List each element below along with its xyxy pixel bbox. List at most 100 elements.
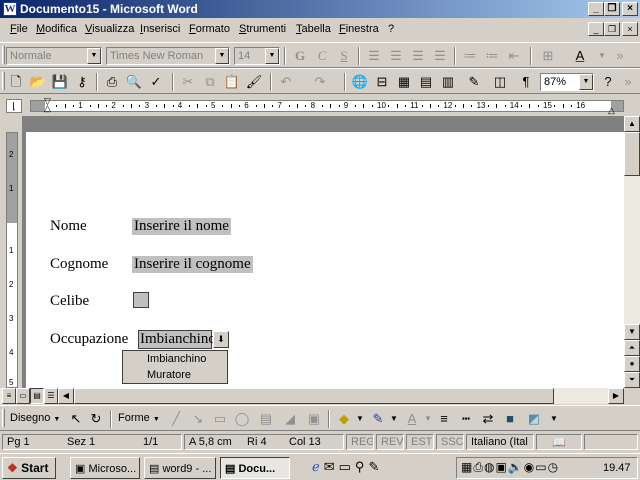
folder-icon[interactable]: ▭ [535,460,547,474]
cut-icon[interactable]: ✂ [178,73,198,91]
justify-icon[interactable]: ☰ [430,47,450,65]
print-preview-icon[interactable]: 🔍 [124,73,144,91]
spelling-status-icon[interactable]: 📖 [536,434,582,450]
menu-help[interactable]: ? [388,23,394,35]
antivirus-icon[interactable]: ◉ [524,460,535,474]
hyperlink-icon[interactable]: 🌐 [350,73,370,91]
tables-borders-icon[interactable]: ⊟ [372,73,392,91]
vertical-scrollbar[interactable]: ▲ ▼ ⏶ ● ⏷ [624,116,640,388]
numbered-list-icon[interactable]: ≔ [460,47,480,65]
document-map-icon[interactable]: ◫ [490,73,510,91]
status-language[interactable]: Italiano (Ital [466,434,534,450]
more-buttons-icon[interactable]: » [618,73,638,91]
font-size-combo[interactable]: 14 ▼ [234,47,280,65]
task-button-active[interactable]: ▤ Docu... [220,457,290,479]
minimize-button[interactable]: _ [588,2,604,16]
drawing-icon[interactable]: ✎ [464,73,484,91]
desktop-icon[interactable]: ▭ [339,459,355,474]
bold-button[interactable]: G [290,47,310,65]
outlook-icon[interactable]: ✉ [324,459,339,474]
dropdown-option[interactable]: Muratore [123,367,227,383]
start-button[interactable]: ❖ Start [2,457,56,479]
draw-menu-button[interactable]: Disegno ▼ [10,412,60,424]
align-center-icon[interactable]: ☰ [386,47,406,65]
menu-formato[interactable]: Formato [189,23,230,35]
chevron-down-icon[interactable]: ▼ [265,48,279,64]
arrow-style-icon[interactable]: ⇄ [478,410,498,428]
toolbar-grip[interactable] [2,72,5,90]
doc-close-button[interactable]: × [622,22,638,36]
print-icon[interactable]: ⎙ [102,73,122,91]
browse-object-button[interactable]: ● [624,356,640,372]
dropdown-list[interactable]: Imbianchino Muratore [122,350,228,384]
chevron-down-icon[interactable]: ▼ [87,48,101,64]
right-indent-icon[interactable]: △ [608,105,615,116]
font-combo[interactable]: Times New Roman ▼ [106,47,230,65]
doc-restore-button[interactable]: ❐ [604,22,620,36]
dash-style-icon[interactable]: ┅ [456,410,476,428]
scroll-right-button[interactable]: ▶ [608,388,624,404]
internet-explorer-icon[interactable]: ℯ [312,459,324,474]
celibe-checkbox[interactable] [133,292,149,308]
search-icon[interactable]: ⚲ [355,459,369,474]
monitor-icon[interactable]: ▣ [495,460,507,474]
borders-icon[interactable]: ⊞ [538,47,558,65]
globe-icon[interactable]: ◍ [484,460,495,474]
scroll-up-button[interactable]: ▲ [624,116,640,132]
columns-icon[interactable]: ▥ [438,73,458,91]
scroll-thumb[interactable] [74,388,554,404]
word-app-icon[interactable]: W [3,2,17,16]
3d-icon[interactable]: ◩ [524,410,544,428]
line-icon[interactable]: ╱ [166,410,186,428]
chevron-down-icon[interactable]: ▼ [544,410,564,428]
undo-icon[interactable]: ↶ [276,73,296,91]
ruler-track[interactable] [30,100,624,112]
tab-selector[interactable]: ⌊ [6,99,22,113]
document-area[interactable]: Nome Inserire il nome Cognome Inserire i… [22,116,624,388]
style-combo[interactable]: Normale ▼ [6,47,102,65]
scroll-down-button[interactable]: ▼ [624,324,640,340]
align-right-icon[interactable]: ☰ [408,47,428,65]
chevron-down-icon[interactable]: ▼ [579,74,593,90]
page[interactable]: Nome Inserire il nome Cognome Inserire i… [26,132,624,388]
cognome-text-field[interactable]: Inserire il cognome [132,256,253,273]
chevron-down-icon[interactable]: ▼ [215,48,229,64]
scroll-thumb[interactable] [624,132,640,176]
underline-button[interactable]: S [334,47,354,65]
autoshapes-menu-button[interactable]: Forme ▼ [118,412,160,424]
oval-icon[interactable]: ◯ [232,410,252,428]
outline-view-button[interactable]: ☰ [44,388,58,404]
insert-table-icon[interactable]: ▦ [394,73,414,91]
toolbar-grip[interactable] [2,409,5,427]
more-buttons-icon[interactable]: » [610,47,630,65]
show-hide-icon[interactable]: ¶ [516,73,536,91]
task-button[interactable]: ▤ word9 - ... [144,457,216,479]
italic-button[interactable]: C [312,47,332,65]
clock[interactable]: 19.47 [603,462,631,474]
text-box-icon[interactable]: ▤ [256,410,276,428]
next-page-button[interactable]: ⏷ [624,372,640,388]
format-painter-icon[interactable]: 🖌 [244,73,264,91]
notepad-icon[interactable]: ✎ [368,459,383,474]
menu-strumenti[interactable]: Strumenti [239,23,286,35]
wordart-icon[interactable]: ◢ [280,410,300,428]
chevron-down-icon[interactable]: ▼ [350,410,370,428]
menu-finestra[interactable]: Finestra [339,23,379,35]
select-objects-icon[interactable]: ↖ [66,410,86,428]
task-button[interactable]: ▣ Microso... [70,457,140,479]
line-style-icon[interactable]: ≡ [434,410,454,428]
title-bar[interactable]: W Documento15 - Microsoft Word _ ❐ × [0,0,640,18]
menu-tabella[interactable]: Tabella [296,23,331,35]
printer-icon[interactable]: ⎙ [473,460,484,474]
print-layout-button[interactable]: ▤ [30,388,44,404]
horizontal-ruler[interactable]: ⌊ ▽ △ 1 2 3 4 5 6 7 8 9 10 11 12 13 14 15 16 △ [0,96,640,116]
arrow-icon[interactable]: ↘ [188,410,208,428]
rectangle-icon[interactable]: ▭ [210,410,230,428]
status-rec[interactable]: REG [346,434,374,450]
doc-minimize-button[interactable]: _ [588,22,604,36]
restore-button[interactable]: ❐ [604,2,620,16]
align-left-icon[interactable]: ☰ [364,47,384,65]
menu-file[interactable]: File [10,23,28,35]
dropdown-arrow-icon[interactable]: ⬇ [213,331,229,348]
status-rev[interactable]: REV [376,434,404,450]
